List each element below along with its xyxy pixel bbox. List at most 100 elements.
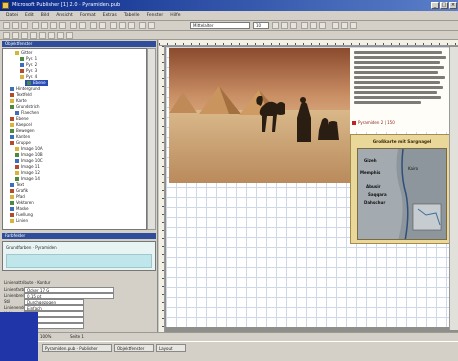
help-icon[interactable] [99, 22, 106, 29]
taskbar: Pyramiden.pub - Publisher Objektfenster … [0, 341, 458, 361]
map-image: Gizeh Memphis Abusir Saqqara Dahschur Ka… [357, 148, 447, 240]
tree-item-label: Image 11 [21, 164, 40, 169]
layer-icon [15, 146, 19, 151]
menu-bild[interactable]: Bild [41, 11, 49, 20]
new-icon[interactable] [3, 22, 10, 29]
crop-icon[interactable] [21, 32, 28, 39]
app-icon [2, 2, 9, 9]
maximize-button[interactable]: □ [440, 2, 448, 9]
document-scrollbar[interactable] [449, 47, 458, 330]
menu-fenster[interactable]: Fenster [147, 11, 164, 20]
undo-icon[interactable] [70, 22, 77, 29]
open-icon[interactable] [12, 22, 19, 29]
redo-icon[interactable] [79, 22, 86, 29]
copy-icon[interactable] [50, 22, 57, 29]
status-bar: 100% Seite 1 [0, 332, 458, 341]
frame-icon[interactable] [110, 22, 117, 29]
bullet-icon [352, 120, 356, 125]
tree-item-label: Pyr. 2 [26, 62, 38, 67]
tree-item-label: Image 10A [21, 146, 43, 151]
tree-item-label: Kaepcel [16, 122, 32, 127]
layer-icon [10, 194, 14, 199]
italic-icon[interactable] [281, 22, 288, 29]
rect-icon[interactable] [57, 32, 64, 39]
layer-icon [10, 218, 14, 223]
tree-item-label: Linien [16, 218, 28, 223]
text-icon[interactable] [119, 22, 126, 29]
line-icon[interactable] [350, 22, 357, 29]
page-readout[interactable]: Seite 1 [70, 333, 84, 341]
map-label-saqqara: Saqqara [368, 192, 387, 197]
layer-icon [10, 122, 14, 127]
menu-datei[interactable]: Datei [6, 11, 18, 20]
menu-ansicht[interactable]: Ansicht [56, 11, 73, 20]
tree-item-label: Pyr. 3 [26, 68, 38, 73]
map-label-kairo: Kairo [408, 166, 419, 171]
save-icon[interactable] [21, 22, 28, 29]
bold-icon[interactable] [272, 22, 279, 29]
properties-title: Linienattribute · Kontur [4, 280, 51, 285]
print-icon[interactable] [32, 22, 39, 29]
menu-format[interactable]: Format [80, 11, 96, 20]
horizontal-ruler[interactable] [159, 40, 458, 46]
layer-icon [10, 98, 14, 103]
align-right-icon[interactable] [319, 22, 326, 29]
tree-item-label: Image 10C [21, 158, 43, 163]
pen-icon[interactable] [48, 32, 55, 39]
zoom-readout[interactable]: 100% [40, 333, 51, 341]
layer-icon [10, 140, 14, 145]
tree-item[interactable]: Linien [10, 218, 28, 224]
menu-extras[interactable]: Extras [103, 11, 117, 20]
menu-bar: Datei Edit Bild Ansicht Format Extras Ta… [0, 11, 458, 21]
pointer-icon[interactable] [3, 32, 10, 39]
picture-icon[interactable] [128, 22, 135, 29]
object-tree[interactable]: Gitter Pyr. 1 Pyr. 2 Pyr. 3 Pyr. 4 Ebene Hinte… [2, 48, 147, 230]
layer-icon [10, 206, 14, 211]
paste-icon[interactable] [59, 22, 66, 29]
minimize-button[interactable]: _ [431, 2, 439, 9]
size-select[interactable]: 10 [253, 22, 269, 29]
task-layout[interactable]: Layout [156, 344, 186, 352]
tree-item-label: Flaechen [21, 110, 40, 115]
table-icon[interactable] [139, 22, 146, 29]
vertical-ruler[interactable] [159, 46, 165, 332]
underline-icon[interactable] [290, 22, 297, 29]
color-icon[interactable] [332, 22, 339, 29]
rotate-icon[interactable] [12, 32, 19, 39]
fill-icon[interactable] [341, 22, 348, 29]
shape-icon[interactable] [148, 22, 155, 29]
font-select[interactable]: Mittelalter [190, 22, 250, 29]
layer-icon [10, 182, 14, 187]
tree-item-label: Ebene [16, 116, 29, 121]
tree-item-label: Grundstrich [16, 104, 40, 109]
layer-icon [10, 116, 14, 121]
ellipse-icon[interactable] [66, 32, 73, 39]
close-button[interactable]: × [449, 2, 457, 9]
objects-panel: Objektfenster Gitter Pyr. 1 Pyr. 2 Pyr. 3 Py… [0, 40, 158, 332]
tree-scrollbar[interactable] [147, 48, 156, 230]
pyramids-photo[interactable] [169, 48, 350, 183]
eyedropper-icon[interactable] [39, 32, 46, 39]
cut-icon[interactable] [41, 22, 48, 29]
tree-item-label: Pyr. 1 [26, 56, 38, 61]
menu-edit[interactable]: Edit [25, 11, 34, 20]
menu-tabelle[interactable]: Tabelle [124, 11, 140, 20]
hand-icon[interactable] [30, 32, 37, 39]
layer-icon [10, 86, 14, 91]
map-label-memphis: Memphis [360, 170, 381, 175]
menu-hilfe[interactable]: Hilfe [170, 11, 180, 20]
layer-icon [15, 50, 19, 55]
map-label-dahschur: Dahschur [364, 200, 386, 205]
align-center-icon[interactable] [310, 22, 317, 29]
layer-icon [20, 56, 24, 61]
layer-icon [10, 188, 14, 193]
zoom-icon[interactable] [90, 22, 97, 29]
layer-icon [15, 158, 19, 163]
swatch-area[interactable] [6, 254, 152, 268]
window-title: Microsoft Publisher [1] 2.0 · Pyramiden.… [12, 2, 121, 8]
tree-item-label: Fuellung [16, 212, 33, 217]
task-publisher[interactable]: Pyramiden.pub - Publisher [42, 344, 112, 352]
task-objects[interactable]: Objektfenster [114, 344, 154, 352]
align-left-icon[interactable] [301, 22, 308, 29]
map-frame[interactable]: Großkarte mit Sargnagel Gizeh Memphis Ab… [350, 134, 454, 244]
